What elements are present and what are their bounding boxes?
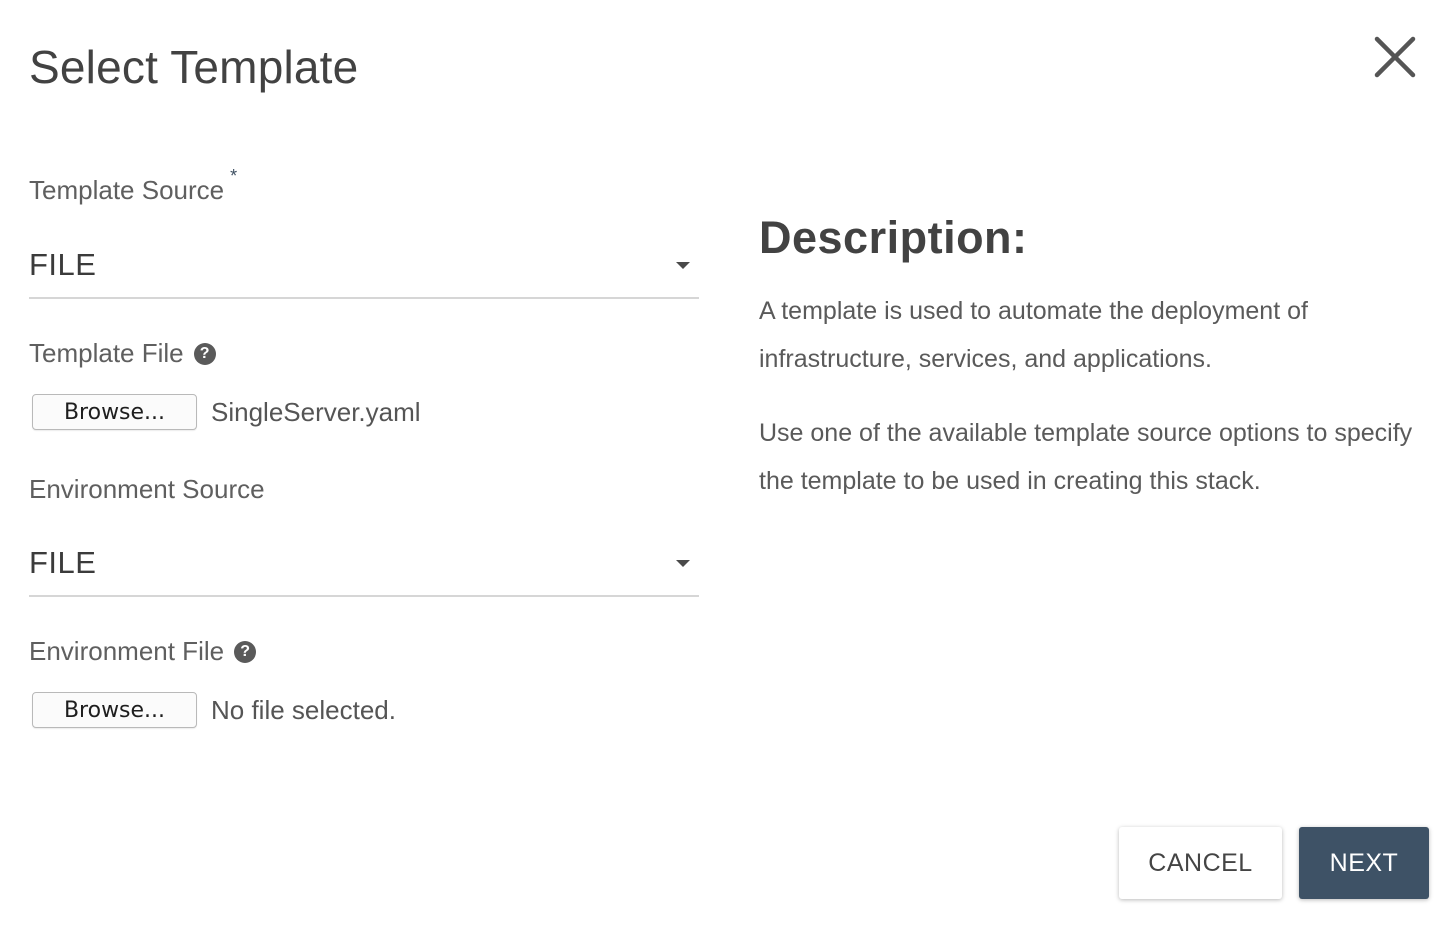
- environment-file-browse-button[interactable]: Browse...: [32, 692, 197, 728]
- template-file-label-text: Template File: [29, 338, 184, 368]
- template-file-browse-button[interactable]: Browse...: [32, 394, 197, 430]
- select-template-dialog: Select Template Template Source * FILE T…: [0, 0, 1455, 926]
- caret-down-icon: [676, 559, 690, 567]
- environment-source-label-text: Environment Source: [29, 474, 265, 504]
- template-file-name: SingleServer.yaml: [211, 396, 421, 427]
- next-button[interactable]: NEXT: [1299, 827, 1429, 899]
- dialog-title: Select Template: [29, 41, 359, 93]
- environment-source-value: FILE: [29, 545, 97, 580]
- environment-file-label-text: Environment File: [29, 636, 225, 666]
- help-icon[interactable]: ?: [193, 342, 216, 365]
- template-file-row: Browse... SingleServer.yaml: [29, 394, 421, 430]
- template-source-label-text: Template Source: [29, 175, 225, 205]
- close-icon: [1374, 36, 1416, 78]
- caret-down-icon: [676, 261, 690, 269]
- environment-file-label: Environment File ?: [29, 636, 257, 667]
- environment-source-label: Environment Source: [29, 474, 265, 505]
- cancel-button[interactable]: CANCEL: [1119, 827, 1282, 899]
- environment-file-name: No file selected.: [211, 694, 396, 725]
- help-icon[interactable]: ?: [234, 640, 257, 663]
- environment-file-row: Browse... No file selected.: [29, 692, 396, 728]
- template-source-label: Template Source *: [29, 166, 237, 206]
- required-star: *: [230, 166, 238, 186]
- description-paragraph: A template is used to automate the deplo…: [759, 297, 1308, 373]
- close-button[interactable]: [1370, 32, 1420, 82]
- template-source-select[interactable]: FILE: [29, 233, 699, 299]
- description-title: Description:: [759, 212, 1028, 263]
- template-file-label: Template File ?: [29, 338, 216, 369]
- template-source-value: FILE: [29, 247, 97, 282]
- description-paragraph: Use one of the available template source…: [759, 419, 1413, 495]
- environment-source-select[interactable]: FILE: [29, 531, 699, 597]
